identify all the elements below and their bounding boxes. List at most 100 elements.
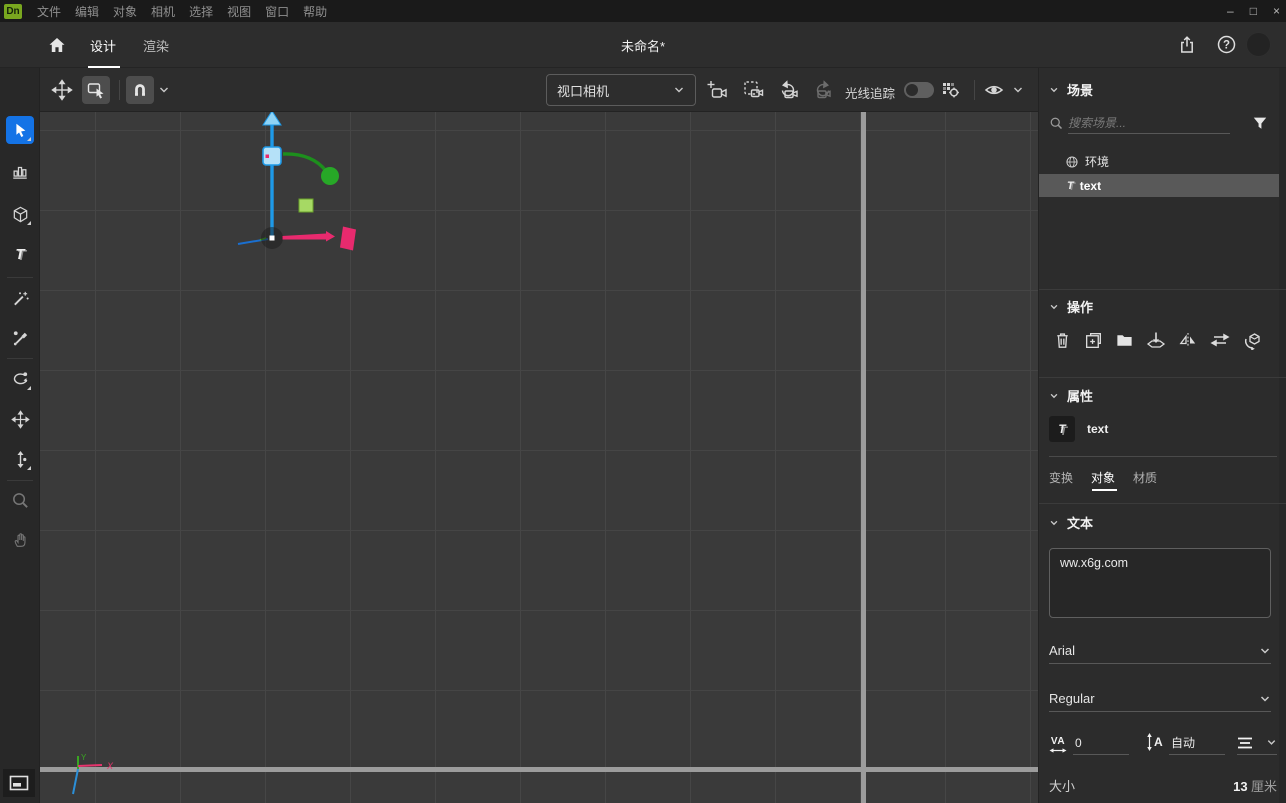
graph-tool-button[interactable] bbox=[6, 158, 34, 186]
snap-options-button[interactable] bbox=[158, 84, 170, 96]
menu-item-window[interactable]: 窗口 bbox=[258, 3, 296, 20]
gizmo-plane-handle[interactable] bbox=[299, 199, 313, 212]
actions-icon-row bbox=[1053, 330, 1262, 350]
panel-divider bbox=[1039, 289, 1286, 290]
scene-search-row bbox=[1049, 112, 1268, 134]
viewport-canvas[interactable]: Y X bbox=[40, 112, 1038, 803]
select-behind-button[interactable] bbox=[82, 76, 110, 104]
swap-icon[interactable] bbox=[1210, 330, 1230, 350]
menu-item-object[interactable]: 对象 bbox=[106, 3, 144, 20]
window-minimize-button[interactable]: – bbox=[1227, 4, 1234, 18]
mirror-icon[interactable] bbox=[1178, 330, 1198, 350]
scene-item-environment[interactable]: 环境 bbox=[1039, 150, 1279, 173]
redo-camera-move-button[interactable] bbox=[812, 79, 834, 101]
scene-search-input[interactable] bbox=[1068, 112, 1230, 134]
toolbar-separator bbox=[119, 80, 120, 100]
snap-button[interactable] bbox=[126, 76, 154, 104]
folder-icon[interactable] bbox=[1115, 331, 1134, 350]
tab-transform[interactable]: 变换 bbox=[1049, 469, 1073, 486]
tab-render[interactable]: 渲染 bbox=[143, 36, 169, 55]
text-align-dropdown[interactable] bbox=[1237, 731, 1277, 755]
render-settings-button[interactable] bbox=[940, 79, 962, 101]
menu-item-view[interactable]: 视图 bbox=[220, 3, 258, 20]
submenu-corner bbox=[27, 137, 31, 141]
leading-value-input[interactable]: 自动 bbox=[1169, 731, 1225, 755]
home-button[interactable] bbox=[47, 35, 67, 55]
actions-section-header[interactable]: 操作 bbox=[1049, 297, 1093, 316]
help-button[interactable]: ? bbox=[1216, 34, 1237, 55]
view-options-button[interactable] bbox=[984, 80, 1004, 100]
camera-bookmarks-button[interactable] bbox=[742, 79, 764, 101]
gizmo-x-arrow[interactable] bbox=[326, 231, 335, 242]
text-content-input[interactable]: ww.x6g.com bbox=[1049, 548, 1271, 618]
text-object-icon: TT bbox=[1058, 422, 1065, 436]
actions-section-title: 操作 bbox=[1067, 297, 1093, 316]
ground-plane-icon bbox=[9, 775, 29, 791]
eyedropper-tool-button[interactable] bbox=[6, 324, 34, 352]
tracking-value-input[interactable]: 0 bbox=[1073, 731, 1129, 755]
share-button[interactable] bbox=[1177, 35, 1197, 55]
chevron-down-icon bbox=[1049, 391, 1059, 401]
help-icon: ? bbox=[1216, 34, 1237, 55]
window-maximize-button[interactable]: □ bbox=[1250, 4, 1257, 18]
font-family-dropdown[interactable]: Arial bbox=[1049, 638, 1271, 664]
primitives-tool-button[interactable] bbox=[6, 200, 34, 228]
undo-camera-move-button[interactable] bbox=[777, 79, 799, 101]
sidebar-separator bbox=[7, 358, 33, 359]
avatar[interactable] bbox=[1246, 32, 1271, 57]
menu-item-edit[interactable]: 编辑 bbox=[68, 3, 106, 20]
size-value-group[interactable]: 13 厘米 bbox=[1233, 776, 1277, 795]
camera-plus-icon bbox=[706, 79, 728, 101]
gizmo-y-arrow[interactable] bbox=[263, 112, 281, 125]
gizmo-x-flag-handle[interactable] bbox=[340, 227, 356, 251]
tab-material[interactable]: 材质 bbox=[1133, 469, 1157, 486]
replace-object-icon[interactable] bbox=[1242, 330, 1262, 350]
size-label: 大小 bbox=[1049, 776, 1075, 795]
text-tool-button[interactable]: TT bbox=[6, 240, 34, 268]
window-close-button[interactable]: × bbox=[1273, 4, 1280, 18]
viewport-camera-value: 视口相机 bbox=[557, 81, 609, 100]
ground-plane-toggle-button[interactable] bbox=[3, 769, 35, 797]
transform-gizmo[interactable] bbox=[230, 112, 410, 262]
svg-text:?: ? bbox=[1223, 40, 1230, 52]
magic-wand-tool-button[interactable] bbox=[6, 284, 34, 312]
drop-to-ground-icon[interactable] bbox=[1146, 330, 1166, 350]
view-options-chevron[interactable] bbox=[1012, 84, 1024, 96]
gizmo-rotate-arc[interactable] bbox=[283, 154, 326, 171]
panel-divider bbox=[1049, 456, 1277, 457]
trash-icon[interactable] bbox=[1053, 331, 1072, 350]
zoom-tool-button[interactable] bbox=[6, 486, 34, 514]
font-style-dropdown[interactable]: Regular bbox=[1049, 686, 1271, 712]
menu-item-help[interactable]: 帮助 bbox=[296, 3, 334, 20]
size-value[interactable]: 13 bbox=[1233, 779, 1247, 794]
add-camera-bookmark-button[interactable] bbox=[706, 79, 728, 101]
duplicate-icon[interactable] bbox=[1084, 331, 1103, 350]
raytrace-toggle[interactable] bbox=[904, 82, 934, 98]
hand-tool-button[interactable] bbox=[6, 526, 34, 554]
pan-tool-button[interactable] bbox=[6, 405, 34, 433]
properties-section-header[interactable]: 属性 bbox=[1049, 386, 1093, 405]
magnet-icon bbox=[130, 80, 150, 100]
scene-section-header[interactable]: 场景 bbox=[1049, 80, 1093, 99]
dolly-tool-button[interactable] bbox=[6, 445, 34, 473]
tab-object[interactable]: 对象 bbox=[1091, 469, 1115, 486]
menu-item-file[interactable]: 文件 bbox=[30, 3, 68, 20]
viewport-camera-dropdown[interactable]: 视口相机 bbox=[546, 74, 696, 106]
panel-scrollbar-track[interactable] bbox=[1279, 68, 1286, 803]
home-icon bbox=[47, 35, 67, 55]
scene-item-text[interactable]: TT text bbox=[1039, 174, 1279, 197]
orbit-tool-button[interactable] bbox=[6, 365, 34, 393]
marquee-cursor-icon bbox=[86, 80, 106, 100]
gizmo-x-axis[interactable] bbox=[282, 234, 326, 240]
menu-item-select[interactable]: 选择 bbox=[182, 3, 220, 20]
text-section-header[interactable]: 文本 bbox=[1049, 513, 1093, 532]
text-spacing-row: VA 0 A 自动 bbox=[1049, 731, 1277, 763]
move-selection-button[interactable] bbox=[48, 76, 76, 104]
properties-section-title: 属性 bbox=[1067, 386, 1093, 405]
filter-icon[interactable] bbox=[1252, 115, 1268, 131]
axis-y-label: Y bbox=[81, 753, 87, 762]
tab-design[interactable]: 设计 bbox=[90, 36, 116, 55]
select-tool-button[interactable] bbox=[6, 116, 34, 144]
gizmo-rotate-handle[interactable] bbox=[321, 167, 339, 185]
menu-item-camera[interactable]: 相机 bbox=[144, 3, 182, 20]
